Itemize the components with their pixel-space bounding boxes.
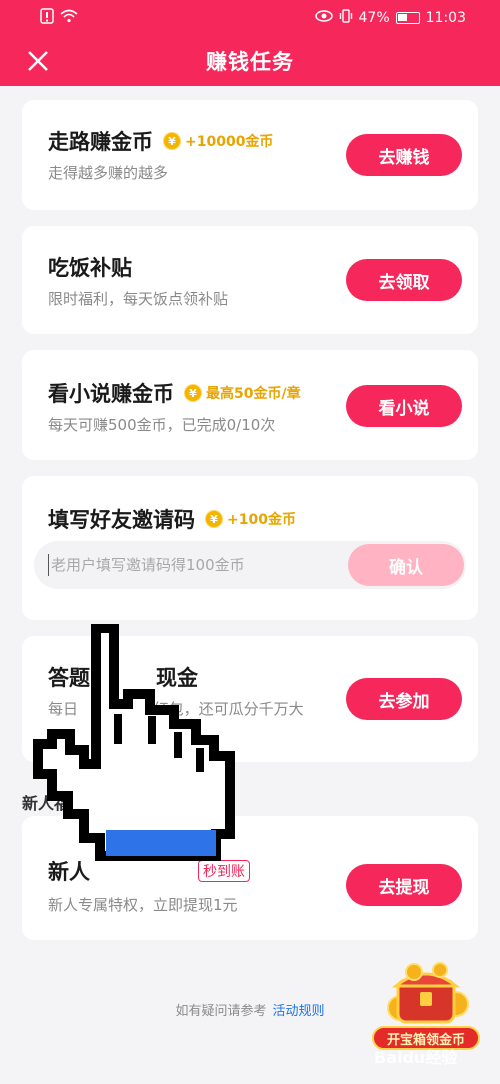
clock: 11:03 bbox=[425, 10, 466, 26]
hand-cursor-icon bbox=[33, 624, 235, 861]
invite-title: 填写好友邀请码 bbox=[48, 508, 195, 532]
invite-card: 填写好友邀请码 ¥ +100金币 确认 bbox=[22, 476, 478, 620]
task-title: 吃饭补贴 bbox=[48, 256, 132, 280]
reward-badge: ¥ +10000金币 bbox=[163, 131, 273, 151]
task-card-meal: 吃饭补贴 限时福利，每天饭点领补贴 去领取 bbox=[22, 226, 478, 334]
task-desc: 新人专属特权，立即提现1元 bbox=[48, 896, 238, 914]
battery-percent: 47% bbox=[358, 10, 390, 26]
confirm-button[interactable]: 确认 bbox=[348, 544, 464, 586]
task-card-novel: 看小说赚金币 ¥ 最高50金币/章 每天可赚500金币，已完成0/10次 看小说 bbox=[22, 350, 478, 460]
nav-bar: 赚钱任务 bbox=[0, 36, 500, 86]
status-bar: 47% 11:03 bbox=[0, 0, 500, 36]
eye-icon bbox=[314, 10, 333, 26]
page-title: 赚钱任务 bbox=[206, 50, 294, 74]
treasure-chest-icon bbox=[387, 962, 469, 1024]
alert-icon bbox=[40, 8, 54, 28]
task-desc: 每天可赚500金币，已完成0/10次 bbox=[48, 416, 276, 434]
coin-icon: ¥ bbox=[184, 384, 202, 402]
wifi-icon bbox=[60, 9, 78, 27]
join-button[interactable]: 去参加 bbox=[346, 678, 462, 720]
rules-link[interactable]: 活动规则 bbox=[273, 1004, 325, 1019]
withdraw-button[interactable]: 去提现 bbox=[346, 864, 462, 906]
close-button[interactable] bbox=[24, 47, 52, 75]
task-desc: 限时福利，每天饭点领补贴 bbox=[48, 290, 229, 308]
coin-icon: ¥ bbox=[205, 510, 223, 528]
footer-text: 如有疑问请参考 bbox=[175, 1004, 267, 1019]
close-icon bbox=[28, 51, 48, 71]
invite-row: 确认 bbox=[34, 541, 466, 589]
invite-code-input[interactable] bbox=[48, 554, 328, 576]
status-right: 47% 11:03 bbox=[314, 9, 466, 27]
treasure-chest-button[interactable]: 开宝箱领金币 bbox=[370, 958, 482, 1058]
task-desc: 走得越多赚的越多 bbox=[48, 164, 169, 182]
vibrate-icon bbox=[339, 9, 353, 27]
task-title: 走路赚金币 bbox=[48, 130, 153, 154]
coin-icon: ¥ bbox=[163, 132, 181, 150]
read-novel-button[interactable]: 看小说 bbox=[346, 385, 462, 427]
earn-button[interactable]: 去赚钱 bbox=[346, 134, 462, 176]
reward-badge: ¥ +100金币 bbox=[205, 509, 296, 529]
reward-badge: ¥ 最高50金币/章 bbox=[184, 383, 301, 403]
status-left bbox=[40, 8, 78, 28]
reward-text: +100金币 bbox=[227, 512, 296, 528]
task-title: 看小说赚金币 bbox=[48, 382, 174, 406]
reward-text: +10000金币 bbox=[185, 134, 274, 150]
claim-button[interactable]: 去领取 bbox=[346, 259, 462, 301]
watermark: Baidu经验 bbox=[374, 1048, 458, 1067]
reward-text: 最高50金币/章 bbox=[206, 386, 301, 402]
task-card-walk: 走路赚金币 ¥ +10000金币 走得越多赚的越多 去赚钱 bbox=[22, 100, 478, 210]
battery-icon bbox=[395, 12, 420, 24]
